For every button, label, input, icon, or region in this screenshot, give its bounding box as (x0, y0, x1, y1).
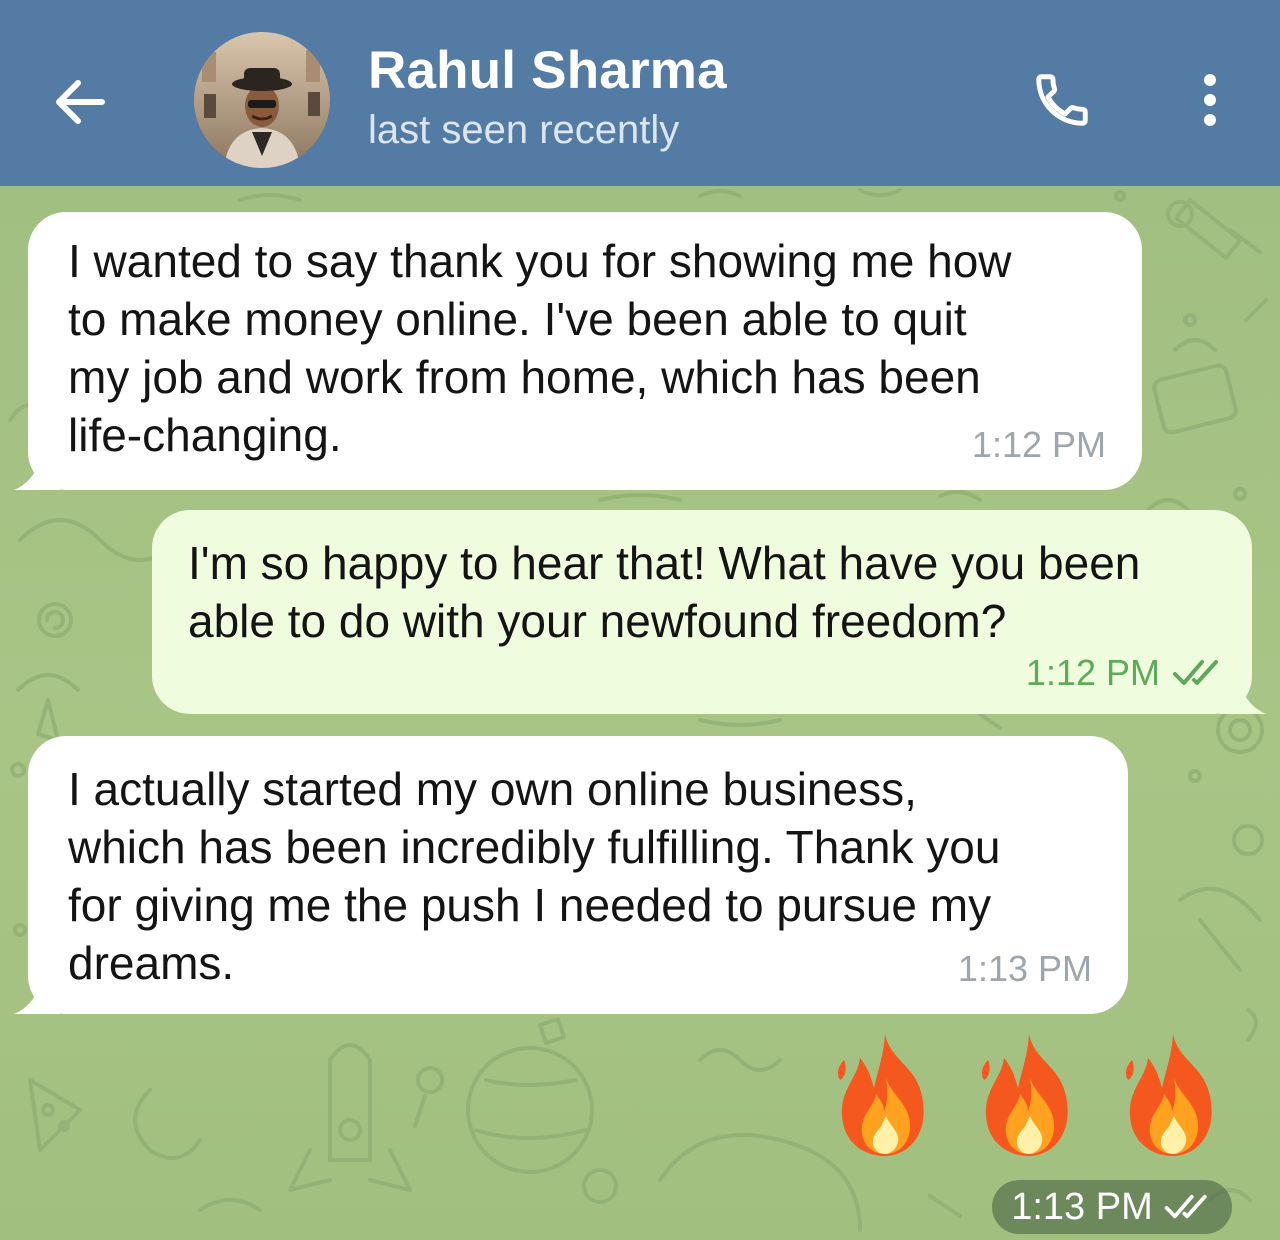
message-bubble-outgoing[interactable]: I'm so happy to hear that! What have you… (152, 510, 1252, 714)
more-options-button[interactable] (1180, 62, 1240, 138)
vertical-dots-icon (1204, 74, 1216, 126)
message-bubble-incoming[interactable]: I wanted to say thank you for showing me… (28, 212, 1142, 490)
message-time: 1:12 PM (1026, 644, 1224, 702)
message-text: I actually started my own online busines… (68, 763, 1001, 989)
phone-icon (1036, 74, 1088, 126)
message-time-label: 1:12 PM (1025, 652, 1160, 693)
message-time: 1:12 PM (971, 424, 1106, 465)
fire-emoji-icon (1125, 1034, 1212, 1156)
contact-status: last seen recently (368, 108, 680, 152)
back-button[interactable] (40, 62, 120, 142)
emoji-message-time: 1:13 PM (992, 1180, 1232, 1234)
message-time: 1:13 PM (957, 948, 1092, 989)
arrow-left-icon (56, 80, 105, 124)
emoji-message[interactable] (830, 1030, 1230, 1170)
message-text: I wanted to say thank you for showing me… (68, 235, 1012, 461)
avatar[interactable] (194, 32, 330, 168)
double-check-icon (1164, 1194, 1207, 1219)
message-text: I'm so happy to hear that! What have you… (188, 537, 1141, 647)
avatar-photo (194, 32, 330, 168)
contact-name[interactable]: Rahul Sharma (368, 40, 727, 101)
chat-header: Rahul Sharma last seen recently (0, 0, 1280, 186)
fire-emoji-icon (981, 1034, 1068, 1156)
fire-emoji-icon (837, 1034, 924, 1156)
double-check-icon (1173, 660, 1218, 685)
message-bubble-incoming[interactable]: I actually started my own online busines… (28, 736, 1128, 1014)
call-button[interactable] (1024, 62, 1100, 138)
message-time-label: 1:13 PM (1011, 1185, 1153, 1228)
